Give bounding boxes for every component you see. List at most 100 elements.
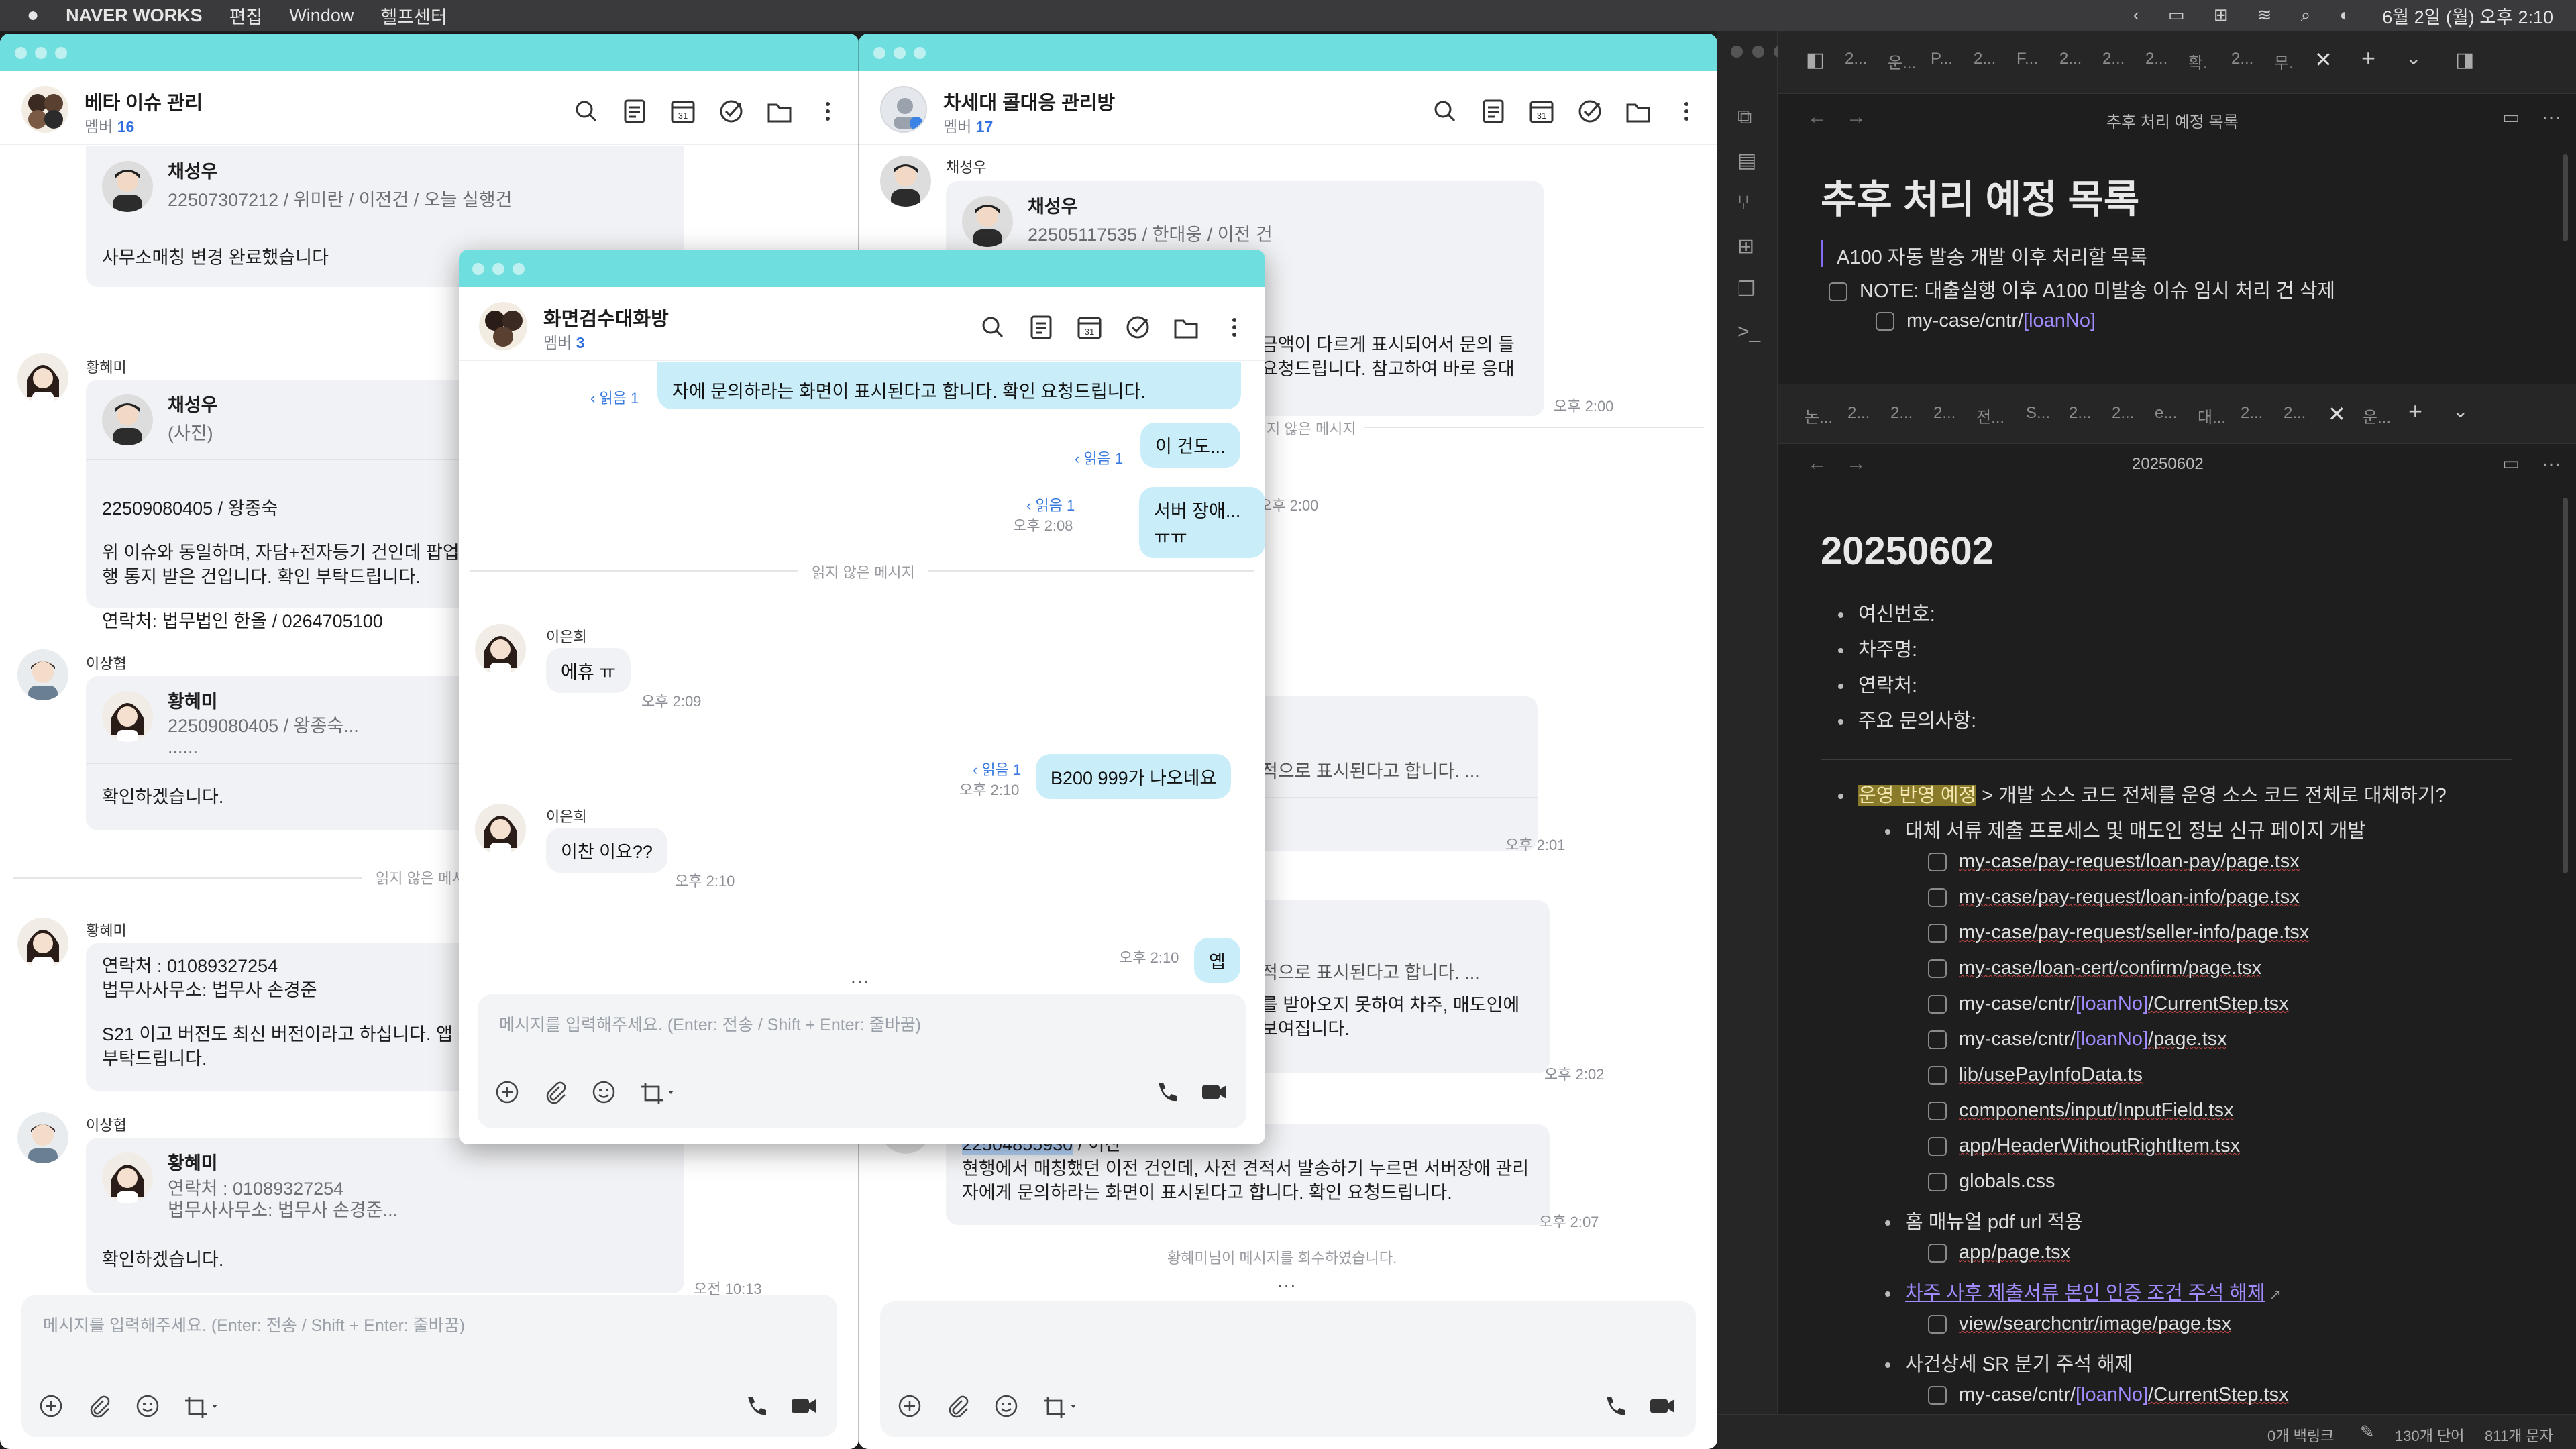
tab[interactable]: 2...	[1845, 50, 1867, 68]
checkbox[interactable]	[1876, 312, 1894, 331]
search-icon[interactable]	[572, 97, 601, 126]
task-item[interactable]: my-case/cntr/[loanNo]/CurrentStep.tsx	[1928, 1384, 2289, 1406]
window-titlebar[interactable]	[0, 34, 859, 71]
task-item[interactable]: my-case/pay-request/loan-info/page.tsx	[1928, 886, 2300, 908]
read-receipt[interactable]: ‹ 읽음 1	[1026, 494, 1075, 515]
task-check-icon[interactable]	[716, 97, 746, 126]
avatar[interactable]	[17, 649, 68, 700]
checkbox[interactable]	[1928, 995, 1947, 1014]
tab[interactable]: 2...	[2231, 50, 2253, 68]
sidebar-toggle-icon[interactable]: ◧	[1806, 48, 1825, 72]
read-receipt[interactable]: ‹ 읽음 1	[973, 758, 1021, 780]
room-members[interactable]: 멤버 17	[943, 114, 993, 137]
read-receipt[interactable]: ‹ 읽음 1	[1075, 447, 1123, 468]
notes-icon[interactable]	[1479, 97, 1508, 126]
task-item[interactable]: my-case/pay-request/seller-info/page.tsx	[1928, 922, 2309, 944]
avatar[interactable]	[17, 1112, 68, 1163]
video-icon[interactable]	[789, 1393, 818, 1419]
search-icon[interactable]	[1430, 97, 1460, 126]
task-item[interactable]: my-case/cntr/[loanNo]/CurrentStep.tsx	[1928, 993, 2289, 1015]
copy-icon[interactable]: ❐	[1737, 278, 1756, 301]
close-tab-icon[interactable]: ✕	[2328, 401, 2346, 427]
tab[interactable]: 2...	[2102, 50, 2125, 68]
more-indicator[interactable]: ...	[851, 966, 870, 987]
video-icon[interactable]	[1199, 1079, 1229, 1106]
task-check-icon[interactable]	[1123, 313, 1152, 342]
message-bubble[interactable]: 이찬 이요??	[546, 828, 667, 873]
list-item[interactable]: 홈 매뉴얼 pdf url 적용	[1885, 1206, 2083, 1234]
checkbox[interactable]	[1928, 853, 1947, 872]
tab[interactable]: 대...	[2198, 404, 2226, 427]
close-tab-icon[interactable]: ✕	[2314, 47, 2332, 72]
list-item[interactable]: 대체 서류 제출 프로세스 및 매도인 정보 신규 페이지 개발	[1885, 815, 2365, 843]
checkbox[interactable]	[1928, 1386, 1947, 1405]
task-item[interactable]: app/HeaderWithoutRightItem.tsx	[1928, 1135, 2240, 1157]
tab[interactable]: 2...	[2059, 50, 2082, 68]
reading-view-icon[interactable]: ▭	[2502, 452, 2520, 474]
window-titlebar[interactable]	[859, 34, 1717, 71]
attach-icon[interactable]	[86, 1393, 113, 1419]
capture-icon[interactable]	[182, 1393, 223, 1419]
attach-icon[interactable]	[945, 1393, 971, 1419]
add-icon[interactable]	[896, 1393, 923, 1419]
list-item[interactable]: 사건상세 SR 분기 주석 해제	[1885, 1348, 2133, 1377]
checkbox[interactable]	[1928, 1244, 1947, 1263]
message-bubble[interactable]: 옙	[1194, 938, 1240, 983]
graph-icon[interactable]: ⑂	[1737, 192, 1750, 215]
emoji-icon[interactable]	[134, 1393, 161, 1419]
task-item[interactable]: lib/usePayInfoData.ts	[1928, 1064, 2143, 1086]
phone-icon[interactable]	[1601, 1393, 1627, 1419]
avatar[interactable]	[17, 353, 68, 404]
checkbox[interactable]	[1829, 282, 1847, 302]
note-title[interactable]: 추후 처리 예정 목록	[1821, 168, 2139, 224]
menu-window[interactable]: Window	[289, 5, 354, 26]
apple-icon[interactable]: ●	[27, 4, 39, 27]
scrollbar[interactable]	[2563, 154, 2568, 241]
checkbox[interactable]	[1928, 1315, 1947, 1334]
task-item[interactable]: my-case/loan-cert/confirm/page.tsx	[1928, 957, 2261, 979]
avatar[interactable]	[475, 624, 526, 675]
tab[interactable]: 2...	[2069, 404, 2091, 423]
tab[interactable]: 전...	[1976, 404, 2004, 427]
tab[interactable]: 2...	[1890, 404, 1913, 423]
list-item[interactable]: 연락처:	[1838, 669, 1917, 698]
message-list[interactable]: 자에 문의하라는 화면이 표시된다고 합니다. 확인 요청드립니다. ‹ 읽음 …	[459, 362, 1265, 1100]
forward-icon[interactable]: →	[1846, 106, 1866, 129]
folder-icon[interactable]	[1171, 313, 1201, 342]
checkbox[interactable]	[1928, 924, 1947, 943]
edit-icon[interactable]: ✎	[2360, 1421, 2375, 1442]
task-item[interactable]: view/searchcntr/image/page.tsx	[1928, 1313, 2231, 1335]
chevron-down-icon[interactable]: ⌄	[2453, 400, 2468, 422]
back-icon[interactable]: ←	[1807, 106, 1827, 129]
add-icon[interactable]	[38, 1393, 64, 1419]
tab[interactable]: 운...	[1888, 50, 1916, 73]
message-input-area[interactable]: 메시지를 입력해주세요. (Enter: 전송 / Shift + Enter:…	[478, 994, 1246, 1128]
tab[interactable]: 2...	[2145, 50, 2167, 68]
calendar-icon[interactable]: 31	[1075, 313, 1104, 342]
avatar[interactable]	[880, 156, 931, 207]
checkbox[interactable]	[1928, 888, 1947, 908]
list-item[interactable]: 차주명:	[1838, 634, 1917, 662]
note-title[interactable]: 20250602	[1821, 529, 1994, 574]
terminal-icon[interactable]: >_	[1737, 321, 1760, 343]
attach-icon[interactable]	[542, 1079, 569, 1106]
note-header-title[interactable]: 20250602	[2132, 455, 2204, 474]
emoji-icon[interactable]	[993, 1393, 1020, 1419]
window-titlebar[interactable]	[459, 250, 1265, 287]
message-bubble[interactable]: 에휴 ㅠ	[546, 648, 631, 693]
task-item[interactable]: my-case/cntr/[loanNo]	[1876, 310, 2096, 332]
room-members[interactable]: 멤버 3	[543, 330, 585, 353]
task-item[interactable]: my-case/cntr/[loanNo]/page.tsx	[1928, 1028, 2227, 1051]
message-bubble[interactable]: 서버 장애...ㅠㅠ	[1139, 487, 1265, 558]
capture-icon[interactable]	[1041, 1393, 1081, 1419]
blocks-icon[interactable]: ⊞	[1737, 235, 1754, 258]
room-members[interactable]: 멤버 16	[85, 114, 134, 137]
task-item[interactable]: app/page.tsx	[1928, 1242, 2070, 1264]
scrollbar[interactable]	[2563, 498, 2568, 873]
right-sidebar-toggle-icon[interactable]: ◨	[2455, 48, 2474, 72]
more-indicator[interactable]: ...	[1277, 1271, 1297, 1292]
more-vertical-icon[interactable]	[1672, 97, 1701, 126]
folder-icon[interactable]	[765, 97, 794, 126]
tab[interactable]: F...	[2017, 50, 2038, 68]
task-item[interactable]: NOTE: 대출실행 이후 A100 미발송 이슈 임시 처리 건 삭제	[1829, 275, 2335, 303]
